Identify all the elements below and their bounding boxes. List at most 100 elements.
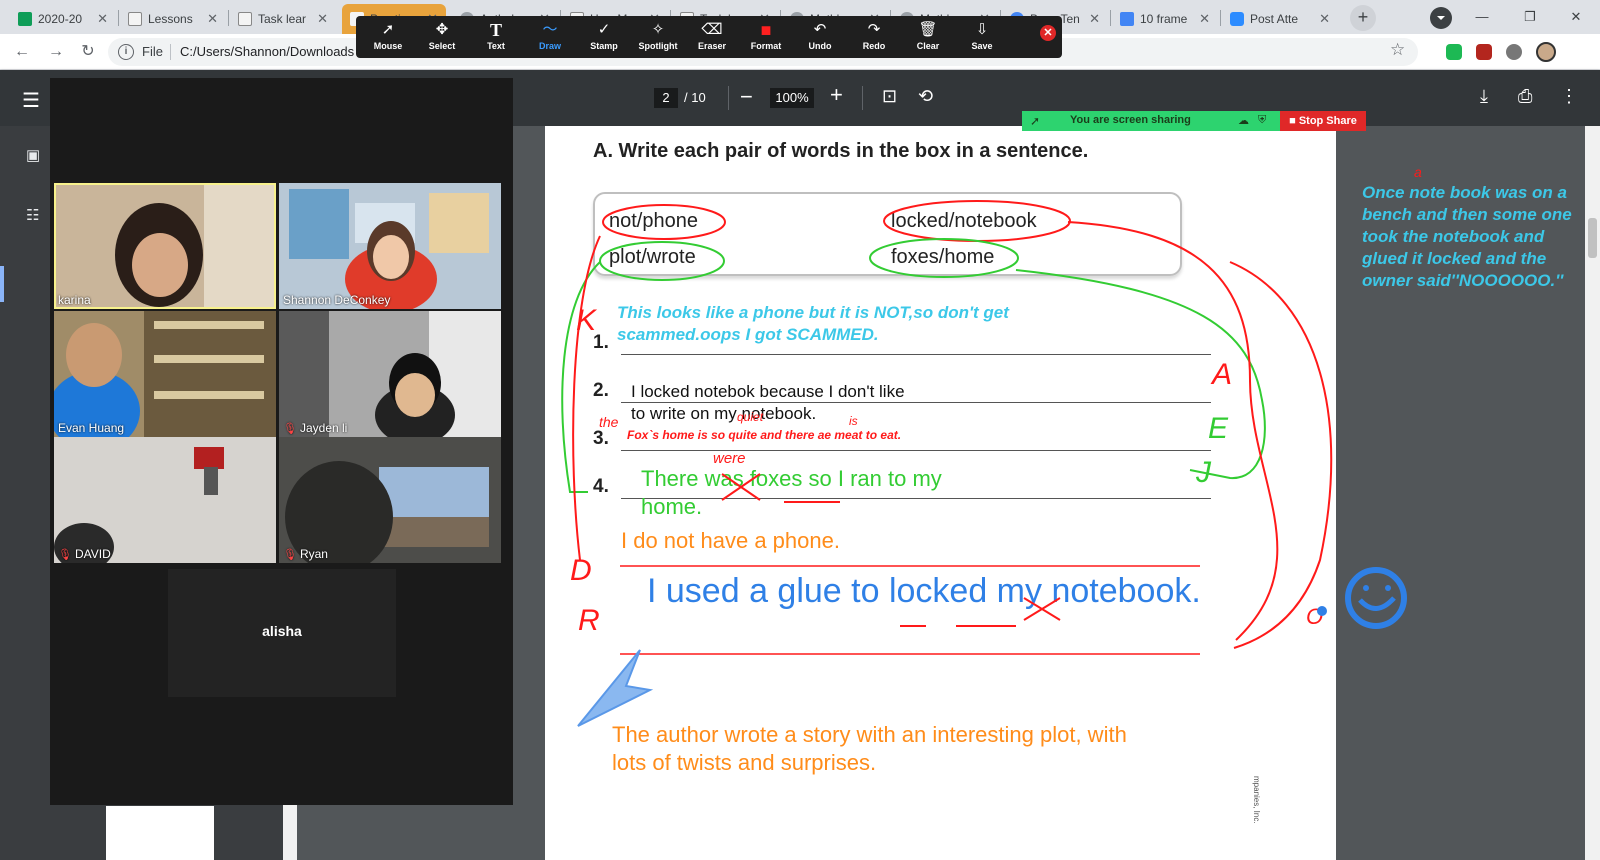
annotate-draw-button[interactable]: 〜 Draw [522,20,578,56]
participant-name: karina [58,293,91,307]
annotate-select-button[interactable]: ✥ Select [414,20,470,56]
extensions-puzzle-icon[interactable] [1506,44,1522,60]
reload-icon[interactable]: ↻ [76,41,100,63]
info-icon[interactable]: i [118,44,134,60]
participant-tile-no-video[interactable]: alisha [168,569,396,697]
browser-tab[interactable]: Lessons ✕ [120,4,226,34]
participant-tile[interactable]: karina [54,183,276,309]
close-annotation-icon[interactable]: ✕ [1040,25,1056,41]
annotate-save-button[interactable]: ⇩ Save [954,20,1010,56]
initial-letter: A [1212,358,1233,391]
browser-tab[interactable]: 2020-20 ✕ [10,4,116,34]
annotate-spotlight-button[interactable]: ✧ Spotlight [630,20,686,56]
minimize-icon[interactable]: — [1462,5,1502,29]
fit-page-icon[interactable]: ⊡ [882,86,897,107]
participant-video [279,437,501,563]
muted-mic-icon: 🎙 [58,549,72,561]
sheets-icon [18,12,32,26]
zoom-out-button[interactable]: − [740,84,753,110]
zoom-in-button[interactable]: + [830,82,843,108]
screen-sharing-banner[interactable]: ➚ You are screen sharing ☁ ⛨ [1022,111,1280,131]
copyright-text: mpanies, Inc. [1252,776,1261,824]
q1-comment-text: This looks like a phone but it is NOT,so… [617,303,1009,344]
tab-search-icon[interactable] [1430,7,1452,29]
back-icon[interactable]: ← [10,41,34,63]
menu-icon[interactable]: ☰ [22,88,40,113]
answer-line [621,498,1211,499]
annotate-label: Undo [808,41,832,51]
participant-tile[interactable]: 🎙 Ryan [279,437,501,563]
glue-sentence-text: I used a glue to locked my notebook. [647,572,1201,610]
page-icon [128,12,142,26]
close-icon[interactable]: ✕ [207,11,218,27]
annotate-text-button[interactable]: T Text [468,20,524,56]
participant-name: alisha [262,623,302,639]
muted-mic-icon: 🎙 [283,549,297,561]
annotate-format-button[interactable]: ■ Format [738,20,794,56]
zoom-gallery: karina Shannon DeConkey Evan Huang 🎙 Jay… [50,78,513,805]
outline-icon[interactable]: ☷ [26,206,39,224]
bookmark-star-icon[interactable]: ☆ [1390,40,1405,60]
initial-letter: E [1208,412,1229,445]
participant-tile[interactable]: Evan Huang [54,311,276,437]
window-close-icon[interactable]: ✕ [1556,5,1596,29]
close-icon[interactable]: ✕ [97,11,108,27]
stop-share-label: Stop Share [1298,115,1357,127]
annotate-eraser-button[interactable]: ⌫ Eraser [684,20,740,56]
profile-avatar[interactable] [1536,42,1556,62]
rotate-icon[interactable]: ⟲ [918,86,933,107]
ublock-icon[interactable] [1476,44,1492,60]
docs-icon [1120,12,1134,26]
print-icon[interactable]: ⎙ [1518,86,1532,107]
restore-icon[interactable]: ❐ [1510,5,1550,29]
new-tab-button[interactable]: + [1350,5,1376,31]
scrollbar-thumb[interactable] [1588,218,1597,258]
page-thumbnail[interactable] [106,806,214,860]
question-number: 4. [593,476,609,497]
tab-label: Post Atte [1250,12,1299,26]
stop-icon: ■ [1289,115,1299,127]
participant-video [54,311,276,437]
eraser-icon: ⌫ [701,21,723,38]
plot-sentence-line2: lots of twists and surprises. [612,750,877,775]
forward-icon[interactable]: → [44,41,68,63]
browser-tab[interactable]: Post Atte ✕ [1222,4,1338,34]
annotate-redo-button[interactable]: ↷ Redo [846,20,902,56]
page-total: / 10 [684,90,706,105]
thumbnails-icon[interactable]: ▣ [26,146,40,164]
participant-name-text: DAVID [74,547,111,561]
more-options-icon[interactable]: ⋮ [1560,86,1578,107]
participant-tile[interactable]: Shannon DeConkey [279,183,501,309]
initial-letter: O [1306,604,1324,629]
browser-tab[interactable]: 10 frame ✕ [1112,4,1218,34]
annotate-clear-button[interactable]: 🗑 Clear [900,20,956,56]
page-number-input[interactable]: 2 [654,88,678,108]
q4-answer-line2: home. [641,494,703,519]
stop-share-button[interactable]: ■ Stop Share [1280,111,1366,131]
participant-video [279,311,501,437]
participant-tile[interactable]: 🎙 DAVID [54,437,276,563]
annotate-mouse-button[interactable]: ➚ Mouse [360,20,416,56]
close-icon[interactable]: ✕ [1089,11,1100,27]
cloud-icon: ☁ [1238,115,1249,127]
url-text[interactable]: C:/Users/Shannon/Downloads [180,44,354,59]
download-icon[interactable]: ⤓ [1480,86,1488,107]
spotlight-wand-icon: ✧ [651,21,665,38]
annotate-label: Mouse [373,41,403,51]
participant-tile[interactable]: 🎙 Jayden li [279,311,501,437]
browser-tab[interactable]: Task lear ✕ [230,4,336,34]
extension-icon[interactable] [1446,44,1462,60]
annotate-label: Save [971,41,993,51]
q2-answer-line1: I locked notebok because I don't like [631,382,905,401]
annotate-stamp-button[interactable]: ✓ Stamp [576,20,632,56]
annotate-label: Spotlight [638,41,678,51]
participant-name: 🎙 Ryan [283,547,328,561]
zoom-level-input[interactable]: 100% [770,88,814,108]
redo-icon: ↷ [867,21,881,38]
viewer-scrollbar[interactable] [1585,126,1600,860]
annotate-undo-button[interactable]: ↶ Undo [792,20,848,56]
sidebar-active-indicator [0,266,4,302]
close-icon[interactable]: ✕ [317,11,328,27]
close-icon[interactable]: ✕ [1199,11,1210,27]
close-icon[interactable]: ✕ [1319,11,1330,27]
